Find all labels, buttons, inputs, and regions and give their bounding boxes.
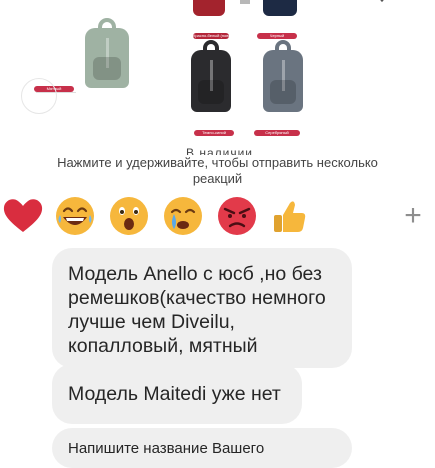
bag-green [85, 18, 129, 88]
bag-strap [240, 0, 250, 4]
message-bubble[interactable]: Напишите название Вашего [52, 428, 352, 468]
color-tag: Темно-синий [194, 130, 234, 136]
message-bubble[interactable]: Модель Maitedi уже нет [52, 364, 302, 424]
bag-navy [263, 0, 297, 16]
message-bubble[interactable]: Модель Anello c юсб ,но без ремешков(кач… [52, 248, 352, 368]
reaction-bar: + [0, 195, 435, 241]
color-tag: Серебряный [254, 130, 300, 136]
crying-face-icon [164, 197, 202, 235]
surprised-face-icon [110, 197, 148, 235]
color-tag: Черный [257, 33, 297, 39]
color-swatch-circle [21, 78, 57, 114]
bag-handle [203, 40, 219, 52]
heart-reaction-button[interactable] [2, 195, 44, 237]
product-image: Красно-белый (новый) Черный Мятный Темно… [0, 0, 435, 140]
chevron-down-icon [374, 0, 390, 8]
color-tag: Красно-белый (новый) [193, 33, 229, 39]
bag-pocket [92, 57, 122, 80]
thumbs-up-reaction-button[interactable] [268, 195, 310, 237]
reaction-hint: Нажмите и удерживайте, чтобы отправить н… [57, 155, 378, 186]
bag-handle [275, 40, 291, 52]
add-reaction-button[interactable]: + [392, 195, 434, 237]
bag-handle [98, 18, 116, 30]
bag-grey [263, 40, 303, 112]
angry-reaction-button[interactable] [216, 195, 258, 237]
angry-face-icon [218, 197, 256, 235]
thumbs-up-icon [274, 201, 306, 232]
bag-pocket [270, 80, 296, 104]
partial-heading: В наличии [186, 146, 254, 155]
laughing-face-icon [56, 197, 94, 235]
heart-icon [3, 199, 43, 232]
bag-black [191, 40, 231, 112]
laughing-reaction-button[interactable] [54, 195, 96, 237]
surprised-reaction-button[interactable] [108, 195, 150, 237]
bag-red [193, 0, 225, 16]
bag-pocket [198, 80, 224, 104]
crying-reaction-button[interactable] [162, 195, 204, 237]
